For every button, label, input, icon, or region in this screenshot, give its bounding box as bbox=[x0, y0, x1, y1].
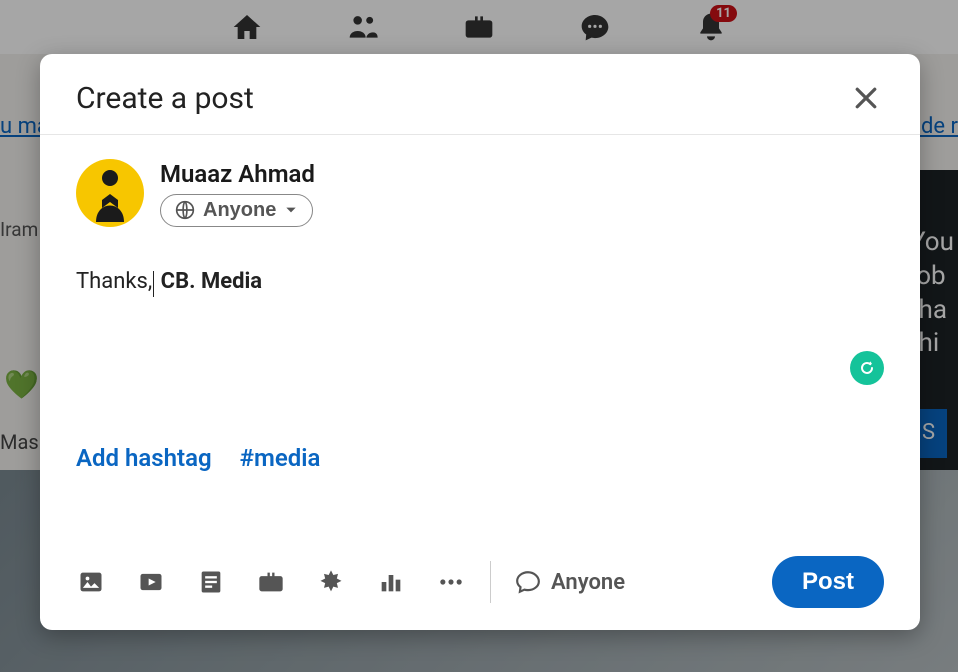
grammarly-button[interactable] bbox=[850, 351, 884, 385]
vertical-divider bbox=[490, 561, 491, 603]
add-video-button[interactable] bbox=[136, 567, 166, 597]
ellipsis-icon bbox=[437, 568, 465, 596]
grammarly-icon bbox=[857, 358, 877, 378]
globe-icon bbox=[175, 200, 195, 220]
post-text-editor[interactable]: Thanks, CB. Media bbox=[76, 269, 884, 294]
photo-icon bbox=[77, 568, 105, 596]
close-icon bbox=[851, 83, 881, 113]
author-name: Muaaz Ahmad bbox=[160, 160, 315, 188]
poll-icon bbox=[377, 568, 405, 596]
comment-scope-label: Anyone bbox=[551, 570, 625, 595]
document-icon bbox=[197, 568, 225, 596]
caret-down-icon bbox=[284, 203, 298, 217]
close-button[interactable] bbox=[848, 80, 884, 116]
add-poll-button[interactable] bbox=[376, 567, 406, 597]
comment-scope-button[interactable]: Anyone bbox=[515, 569, 625, 595]
author-row: Muaaz Ahmad Anyone bbox=[76, 159, 884, 227]
briefcase-icon bbox=[257, 568, 285, 596]
dialog-body: Muaaz Ahmad Anyone Thanks, CB. Media Add… bbox=[40, 135, 920, 556]
dialog-title: Create a post bbox=[76, 81, 254, 116]
hashtag-row: Add hashtag #media bbox=[76, 444, 320, 472]
post-button[interactable]: Post bbox=[772, 556, 884, 608]
audience-label: Anyone bbox=[203, 199, 276, 222]
avatar-image bbox=[86, 164, 134, 222]
dialog-footer: Anyone Post bbox=[40, 556, 920, 630]
starburst-icon bbox=[317, 568, 345, 596]
avatar[interactable] bbox=[76, 159, 144, 227]
create-post-dialog: Create a post Muaaz Ahmad Anyone bbox=[40, 54, 920, 630]
celebrate-button[interactable] bbox=[316, 567, 346, 597]
audience-selector[interactable]: Anyone bbox=[160, 194, 313, 227]
post-text-plain: Thanks, bbox=[76, 269, 152, 294]
add-hashtag-button[interactable]: Add hashtag bbox=[76, 444, 212, 472]
video-icon bbox=[137, 568, 165, 596]
more-options-button[interactable] bbox=[436, 567, 466, 597]
post-text-bold: CB. Media bbox=[155, 269, 262, 294]
add-job-button[interactable] bbox=[256, 567, 286, 597]
comment-icon bbox=[515, 569, 541, 595]
suggested-hashtag[interactable]: #media bbox=[240, 444, 321, 472]
dialog-header: Create a post bbox=[40, 54, 920, 135]
add-document-button[interactable] bbox=[196, 567, 226, 597]
add-photo-button[interactable] bbox=[76, 567, 106, 597]
media-toolbar bbox=[76, 567, 466, 597]
